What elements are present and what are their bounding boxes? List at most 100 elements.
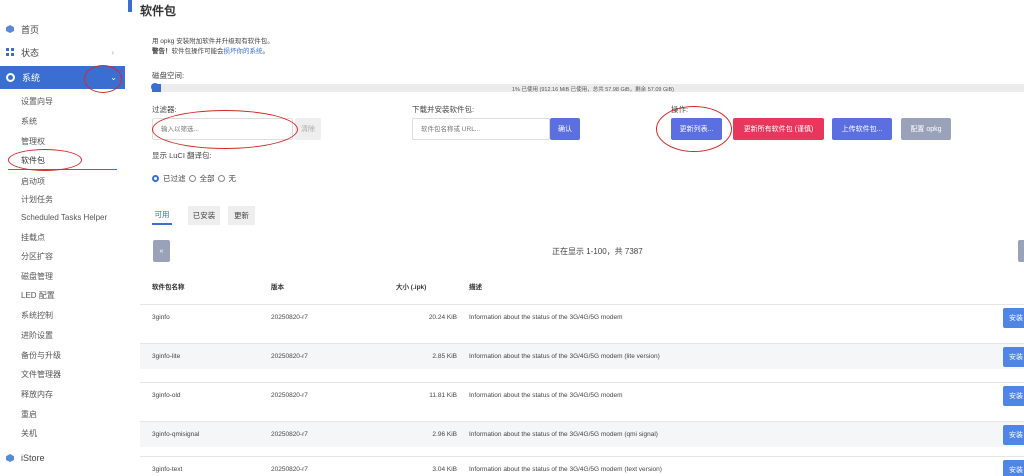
sidebar-item-label: 状态: [21, 47, 40, 58]
sidebar-subitem[interactable]: 文件管理器: [21, 369, 61, 381]
disk-usage-text: 1% 已使用 (912.16 MiB 已使用，总共 57.98 GiB，剩余 5…: [512, 87, 674, 93]
sidebar-subitem[interactable]: 释放内存: [21, 389, 53, 401]
install-button[interactable]: 安装: [1003, 425, 1024, 445]
warning-text: 软件包操作可能会: [171, 48, 224, 55]
prev-page-button[interactable]: «: [153, 240, 170, 262]
warning-link[interactable]: 损坏你的系统: [224, 48, 263, 55]
sidebar-subitem[interactable]: 启动项: [21, 176, 45, 188]
package-size: 2.85 KiB: [432, 353, 457, 360]
filter-label: 过滤器:: [152, 105, 177, 114]
sidebar: 首页 状态 › 系统 ⌄ 设置向导 系统 管理权 软件包 启动项 计划任务 Sc…: [0, 0, 128, 476]
luci-translation-label: 显示 LuCI 翻译包:: [152, 151, 212, 160]
package-description: Information about the status of the 3G/4…: [469, 314, 623, 321]
package-url-input[interactable]: [412, 118, 550, 140]
pagination: « 正在显示 1-100，共 7387: [152, 240, 1024, 262]
install-button[interactable]: 安装: [1003, 347, 1024, 367]
next-page-button[interactable]: [1018, 240, 1024, 262]
tab-available[interactable]: 可用: [152, 206, 172, 225]
sidebar-subitem[interactable]: 关机: [21, 428, 37, 440]
sidebar-subitem[interactable]: 设置向导: [21, 96, 53, 108]
col-version: 版本: [271, 284, 284, 291]
store-icon: [6, 454, 14, 462]
warning-prefix: 警告！: [152, 48, 172, 55]
tab-updates[interactable]: 更新: [228, 206, 255, 225]
dashboard-icon: [6, 48, 14, 56]
sidebar-item-istore[interactable]: iStore: [6, 450, 118, 466]
sidebar-subitem-active[interactable]: 软件包: [21, 155, 45, 167]
upgrade-all-button[interactable]: 更新所有软件包 (谨慎): [733, 118, 824, 140]
install-button[interactable]: 安装: [1003, 386, 1024, 406]
package-description: Information about the status of the 3G/4…: [469, 353, 660, 360]
package-size: 20.24 KiB: [428, 314, 457, 321]
luci-translation-radios: 已过滤 全部 无: [152, 173, 236, 184]
gear-icon: [6, 73, 15, 82]
warning-suffix: 。: [262, 48, 270, 55]
package-name: 3ginfo-old: [152, 392, 181, 399]
tab-installed[interactable]: 已安装: [188, 206, 220, 225]
sidebar-subitem[interactable]: 计划任务: [21, 194, 53, 206]
col-name: 软件包名称: [152, 284, 185, 291]
sidebar-subitem[interactable]: 系统控制: [21, 310, 53, 322]
sidebar-subitem[interactable]: 系统: [21, 116, 37, 128]
sidebar-subitem[interactable]: 管理权: [21, 136, 45, 148]
actions-label: 操作:: [671, 105, 689, 114]
sidebar-subitem[interactable]: LED 配置: [21, 290, 55, 302]
radio-filtered[interactable]: [152, 175, 159, 182]
page-description: 用 opkg 安装附加软件并升级现有软件包。: [152, 38, 274, 45]
clear-button[interactable]: 清除: [295, 118, 321, 140]
title-accent-bar: [128, 0, 132, 12]
package-description: Information about the status of the 3G/4…: [469, 466, 662, 473]
col-description: 描述: [469, 284, 482, 291]
sidebar-item-label: 首页: [21, 24, 40, 35]
sidebar-subitem[interactable]: 分区扩容: [21, 251, 53, 263]
sidebar-item-home[interactable]: 首页: [6, 21, 118, 37]
radio-label: 无: [228, 174, 237, 183]
install-button[interactable]: 安装: [1003, 460, 1024, 476]
package-description: Information about the status of the 3G/4…: [469, 392, 623, 399]
disk-space-label: 磁盘空间:: [152, 71, 185, 80]
package-size: 11.81 KiB: [429, 392, 457, 399]
col-size: 大小 (.ipk): [396, 284, 427, 291]
sidebar-item-label: iStore: [21, 453, 45, 463]
package-name: 3ginfo-lite: [152, 353, 181, 360]
disk-usage-knob: [151, 83, 159, 91]
sidebar-subitem[interactable]: 备份与升级: [21, 350, 61, 362]
package-name: 3ginfo: [152, 314, 170, 321]
download-label: 下载并安装软件包:: [412, 105, 475, 114]
sidebar-subitem[interactable]: 重启: [21, 409, 37, 421]
confirm-button[interactable]: 确认: [550, 118, 580, 140]
sidebar-subitem[interactable]: 进阶设置: [21, 330, 53, 342]
install-button[interactable]: 安装: [1003, 308, 1024, 328]
package-name: 3ginfo-qmisignal: [152, 431, 200, 438]
active-underline: [8, 169, 117, 170]
package-version: 20250820-r7: [271, 314, 308, 321]
sidebar-subitem[interactable]: 挂载点: [21, 232, 45, 244]
package-description: Information about the status of the 3G/4…: [469, 431, 658, 438]
radio-label: 已过滤: [163, 174, 186, 183]
sidebar-item-status[interactable]: 状态 ›: [6, 44, 118, 60]
radio-label: 全部: [199, 174, 215, 183]
package-version: 20250820-r7: [271, 392, 308, 399]
chevron-right-icon: ›: [111, 47, 114, 57]
page-warning: 警告！软件包操作可能会损坏你的系统。: [152, 45, 269, 55]
package-version: 20250820-r7: [271, 431, 308, 438]
table-row: 3ginfo-text 20250820-r7 3.04 KiB Informa…: [140, 456, 1024, 476]
sidebar-item-system[interactable]: 系统 ⌄: [0, 66, 125, 89]
update-lists-button[interactable]: 更新列表...: [671, 118, 722, 140]
upload-package-button[interactable]: 上传软件包...: [832, 118, 892, 140]
table-row: 3ginfo 20250820-r7 20.24 KiB Information…: [140, 304, 1024, 330]
table-row: 3ginfo-old 20250820-r7 11.81 KiB Informa…: [140, 382, 1024, 408]
table-row: 3ginfo-qmisignal 20250820-r7 2.96 KiB In…: [140, 421, 1024, 447]
package-name: 3ginfo-text: [152, 466, 183, 473]
sidebar-item-label: 系统: [22, 73, 41, 83]
radio-all[interactable]: [188, 175, 196, 182]
package-size: 3.04 KiB: [432, 466, 457, 473]
package-version: 20250820-r7: [271, 466, 308, 473]
table-header: 软件包名称 版本 大小 (.ipk) 描述: [152, 274, 1024, 296]
filter-input[interactable]: [152, 118, 293, 140]
configure-opkg-button[interactable]: 配置 opkg: [901, 118, 951, 140]
sidebar-subitem[interactable]: Scheduled Tasks Helper: [21, 212, 107, 224]
radio-none[interactable]: [217, 175, 225, 182]
sidebar-subitem[interactable]: 磁盘管理: [21, 271, 53, 283]
chevron-down-icon: ⌄: [110, 73, 117, 82]
